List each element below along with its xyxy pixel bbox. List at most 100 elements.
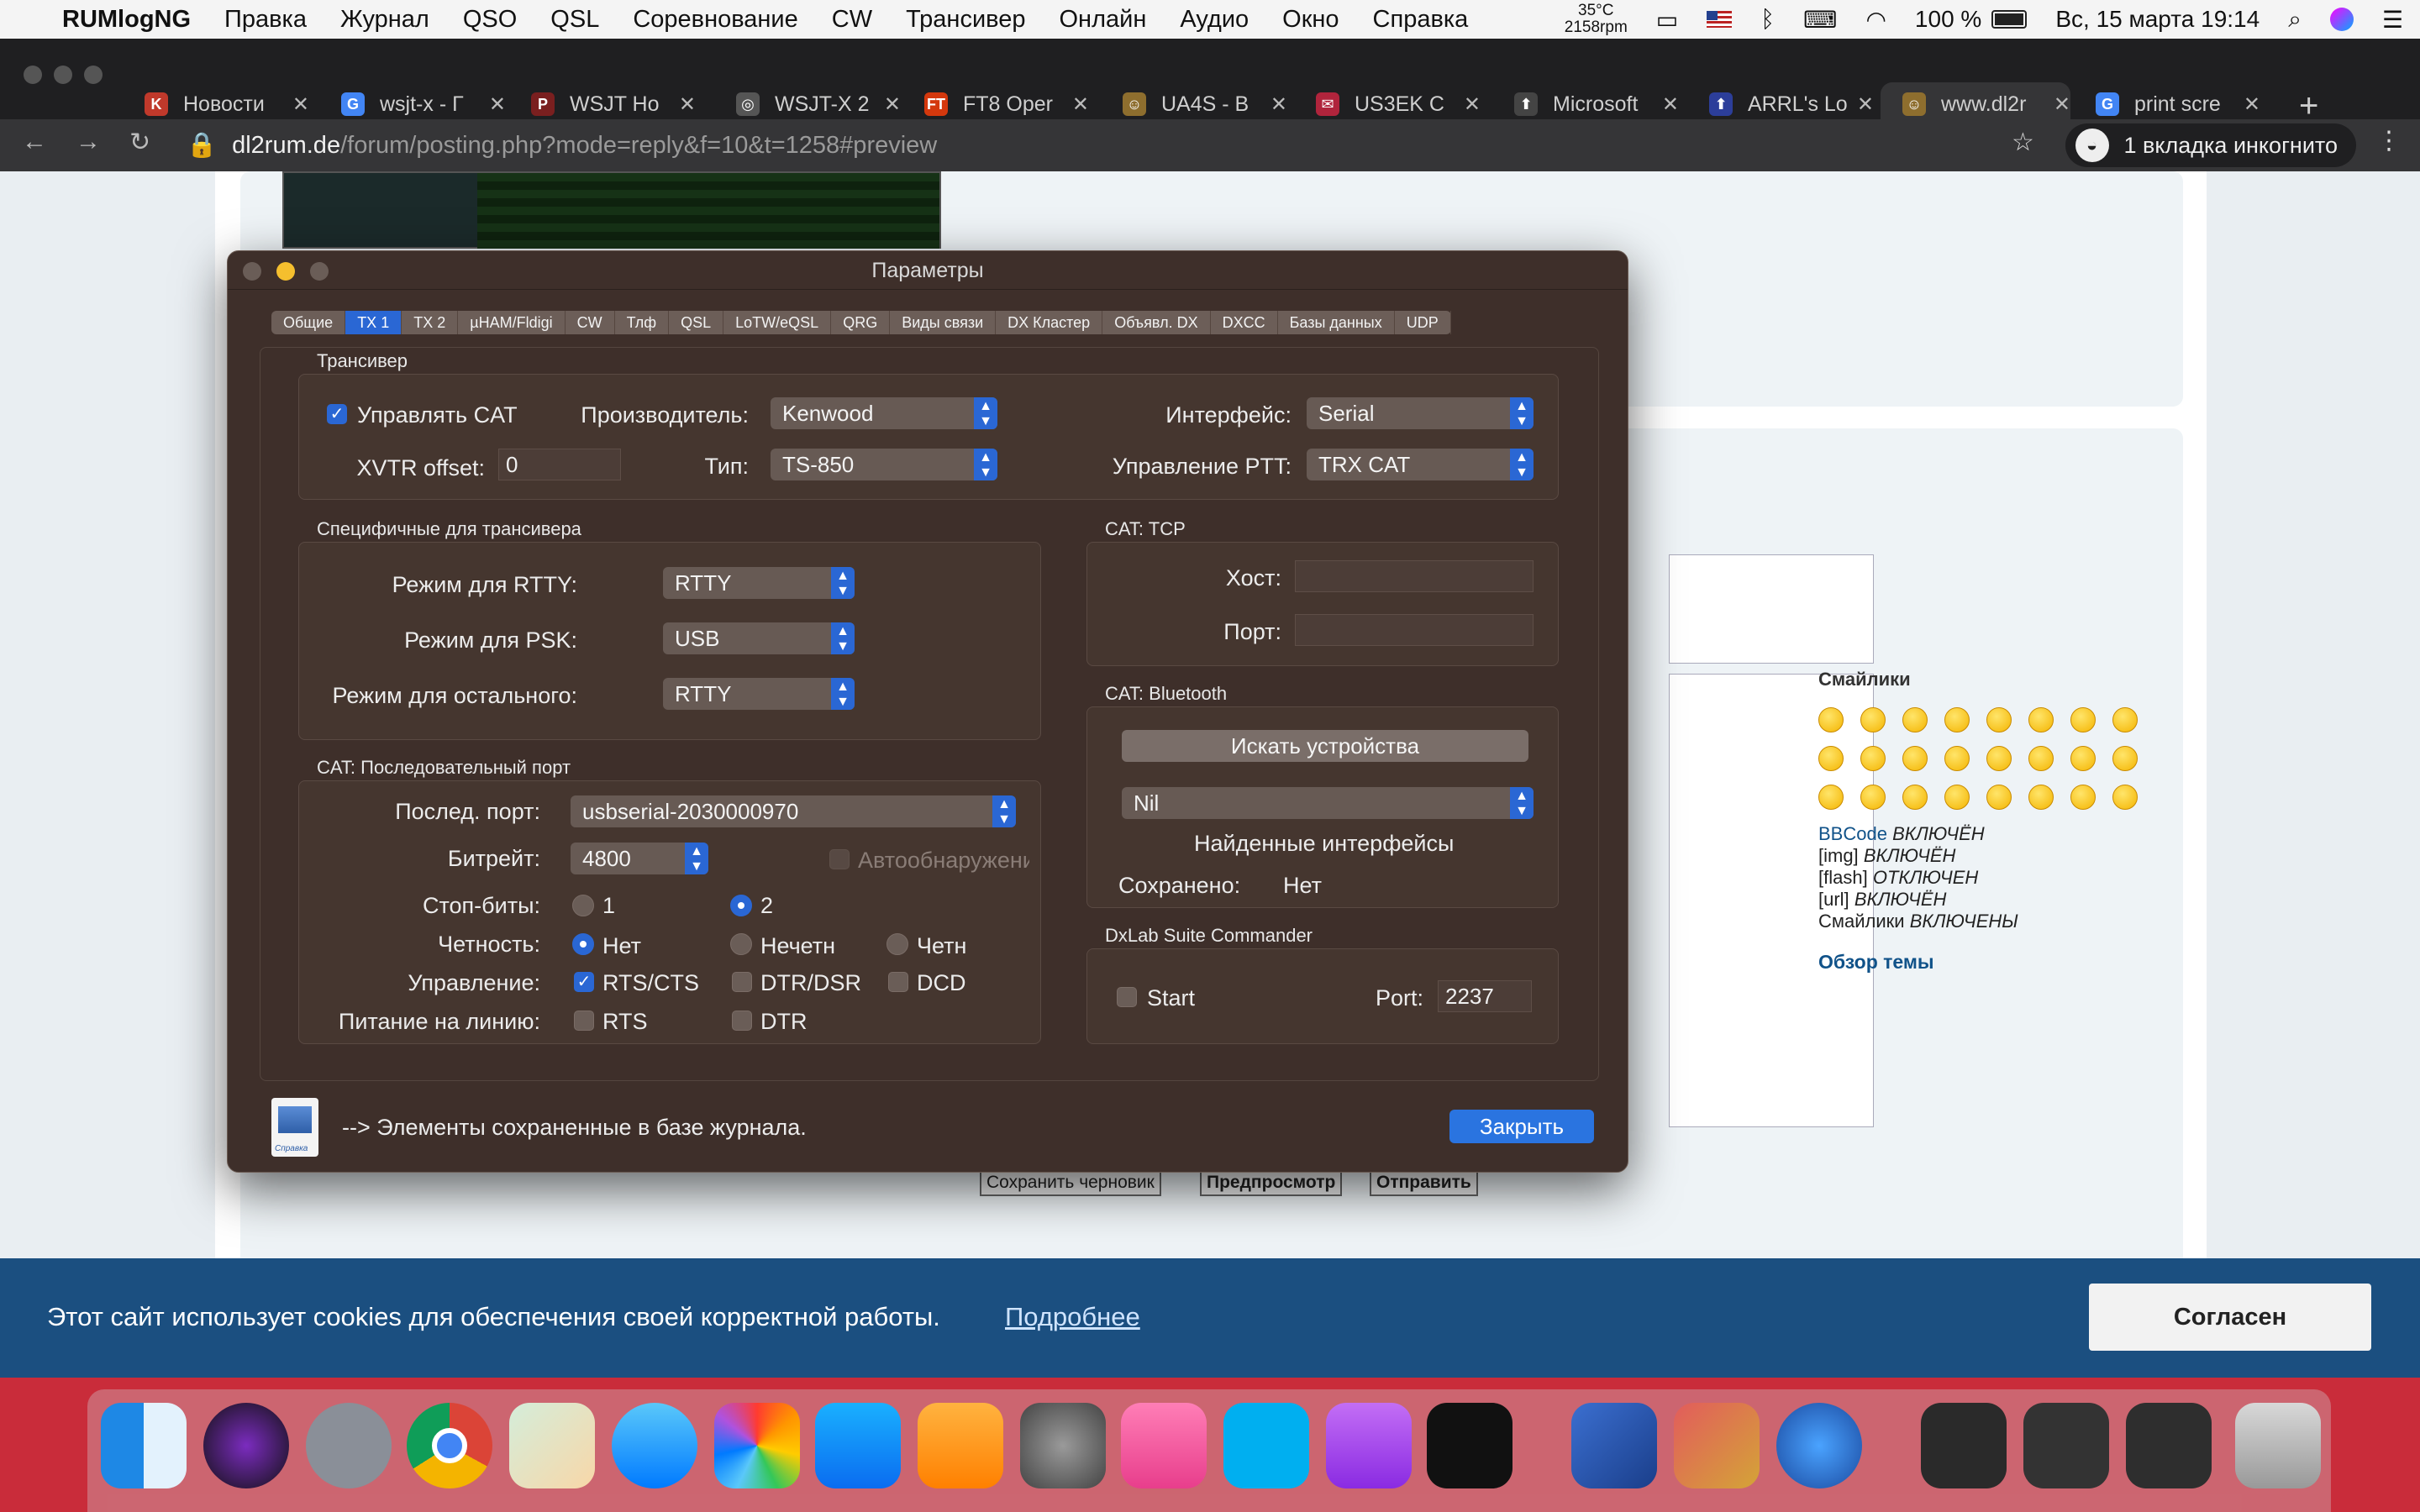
smiley-icon[interactable] (1944, 785, 1970, 810)
browser-tab[interactable]: ◎ WSJT-X 2 ✕ (736, 89, 901, 119)
settings-tab[interactable]: Базы данных (1278, 311, 1395, 334)
help-book-icon[interactable]: Справка (271, 1098, 318, 1157)
browser-tab[interactable]: Gwsjt-x - Г ✕ (341, 89, 506, 119)
manufacturer-select[interactable]: Kenwood ▲ ▼ (771, 397, 997, 429)
psk-mode-select[interactable]: USB ▲ ▼ (663, 622, 855, 654)
smiley-icon[interactable] (1818, 785, 1844, 810)
messages-icon[interactable] (612, 1403, 697, 1488)
browser-tab[interactable]: Gprint scre ✕ (2096, 89, 2260, 119)
back-icon[interactable]: ← (22, 128, 47, 156)
window-minimize-button[interactable] (54, 66, 72, 84)
tcp-host-input[interactable] (1295, 560, 1534, 592)
browser-tab[interactable]: FT FT8 Oper ✕ (924, 89, 1089, 119)
bluetooth-icon[interactable]: ᛒ (1760, 6, 1775, 33)
smiley-icon[interactable] (1860, 746, 1886, 771)
preview-button[interactable]: Предпросмотр (1200, 1169, 1343, 1196)
system-preferences-icon[interactable] (1020, 1403, 1106, 1488)
parity-none-radio[interactable] (572, 933, 594, 955)
apple-tv-icon[interactable] (1427, 1403, 1512, 1488)
tab-close-icon[interactable]: ✕ (679, 92, 696, 117)
smiley-icon[interactable] (1986, 707, 2012, 732)
battery-icon[interactable] (1991, 10, 2028, 29)
settings-tab[interactable]: Тлф (615, 311, 670, 334)
smiley-icon[interactable] (2028, 785, 2054, 810)
recent-window-2[interactable] (2023, 1403, 2109, 1488)
keyboard-icon[interactable]: ⌨ (1803, 6, 1837, 34)
dcd-checkbox[interactable] (888, 972, 908, 992)
window-zoom-button[interactable] (84, 66, 103, 84)
stop-bits-1-radio[interactable] (572, 895, 594, 916)
tab-close-icon[interactable]: ✕ (884, 92, 901, 117)
airplay-icon[interactable]: ▭ (1656, 6, 1678, 34)
smiley-icon[interactable] (1902, 785, 1928, 810)
cookie-more-link[interactable]: Подробнее (1005, 1302, 1140, 1332)
baud-select[interactable]: 4800 ▲ ▼ (571, 843, 708, 874)
notification-center-icon[interactable]: ☰ (2382, 6, 2403, 34)
settings-tab[interactable]: Объявл. DX (1102, 311, 1211, 334)
incognito-badge[interactable]: ◒ 1 вкладка инкогнито (2065, 123, 2356, 167)
podcasts-icon[interactable] (1326, 1403, 1412, 1488)
bbcode-link[interactable]: BBCode (1818, 823, 1887, 844)
maps-icon[interactable] (509, 1403, 595, 1488)
menu-online[interactable]: Онлайн (1060, 6, 1147, 34)
tab-close-icon[interactable]: ✕ (2244, 92, 2260, 117)
smiley-icon[interactable] (2070, 785, 2096, 810)
temp-readout[interactable]: 35°C 2158rpm (1565, 3, 1628, 36)
settings-tab[interactable]: µHAM/Fldigi (458, 311, 566, 334)
clock[interactable]: Вс, 15 марта 19:14 (2055, 6, 2260, 33)
menu-audio[interactable]: Аудио (1180, 6, 1249, 34)
settings-tab[interactable]: CW (566, 311, 615, 334)
url-field[interactable]: 🔒 dl2rum.de/forum/posting.php?mode=reply… (187, 123, 2035, 167)
tab-close-icon[interactable]: ✕ (1857, 92, 1874, 117)
tab-close-icon[interactable]: ✕ (1662, 92, 1679, 117)
autodetect-checkbox[interactable] (829, 849, 850, 869)
finder-icon[interactable] (101, 1403, 187, 1488)
tab-close-icon[interactable]: ✕ (1072, 92, 1089, 117)
chrome-icon[interactable] (407, 1403, 492, 1488)
dialog-close-button[interactable] (243, 262, 261, 281)
settings-tab[interactable]: UDP (1395, 311, 1451, 334)
spotlight-search-icon[interactable]: ⌕ (2288, 6, 2302, 34)
menu-contest[interactable]: Соревнование (633, 6, 797, 34)
smiley-icon[interactable] (1902, 746, 1928, 771)
smiley-icon[interactable] (2028, 746, 2054, 771)
skype-icon[interactable] (1223, 1403, 1309, 1488)
bluetooth-device-select[interactable]: Nil ▲ ▼ (1122, 787, 1534, 819)
trash-icon[interactable] (2235, 1403, 2321, 1488)
smiley-icon[interactable] (1944, 707, 1970, 732)
menu-transceiver[interactable]: Трансивер (906, 6, 1025, 34)
smiley-icon[interactable] (1860, 785, 1886, 810)
reload-icon[interactable]: ↻ (129, 128, 150, 157)
parity-odd-radio[interactable] (730, 933, 752, 955)
submit-button[interactable]: Отправить (1370, 1169, 1478, 1196)
window-titlebar[interactable]: Параметры (228, 251, 1628, 290)
search-devices-button[interactable]: Искать устройства (1122, 730, 1528, 762)
flag-icon[interactable] (1707, 11, 1733, 28)
cookie-accept-button[interactable]: Согласен (2089, 1284, 2371, 1351)
lock-icon[interactable]: 🔒 (187, 131, 217, 160)
settings-tab[interactable]: Общие (271, 311, 346, 334)
browser-tab[interactable]: K Новости ✕ (145, 89, 309, 119)
smiley-icon[interactable] (1818, 707, 1844, 732)
smiley-icon[interactable] (1944, 746, 1970, 771)
smiley-icon[interactable] (2112, 707, 2138, 732)
books-icon[interactable] (918, 1403, 1003, 1488)
wifi-icon[interactable]: ◠ (1865, 6, 1886, 34)
recent-window-3[interactable] (2126, 1403, 2212, 1488)
subject-field[interactable] (1669, 554, 1874, 664)
browser-tab[interactable]: ⬆ ARRL's Lo ✕ (1709, 89, 1874, 119)
chrome-menu-icon[interactable]: ⋮ (2376, 126, 2402, 155)
cat-control-checkbox[interactable]: ✓ (327, 404, 347, 424)
app-store-icon[interactable] (815, 1403, 901, 1488)
recent-window-1[interactable] (1921, 1403, 2007, 1488)
ptt-select[interactable]: TRX CAT ▲ ▼ (1307, 449, 1534, 480)
settings-tab[interactable]: QRG (831, 311, 891, 334)
browser-tab[interactable]: P WSJT Ho ✕ (531, 89, 696, 119)
smiley-icon[interactable] (1818, 746, 1844, 771)
smiley-icon[interactable] (1986, 785, 2012, 810)
browser-tab[interactable]: ✉ US3EK C ✕ (1316, 89, 1481, 119)
rtty-mode-select[interactable]: RTTY ▲ ▼ (663, 567, 855, 599)
rumqsl-icon[interactable] (1674, 1403, 1760, 1488)
smiley-icon[interactable] (2028, 707, 2054, 732)
settings-tab[interactable]: QSL (669, 311, 724, 334)
